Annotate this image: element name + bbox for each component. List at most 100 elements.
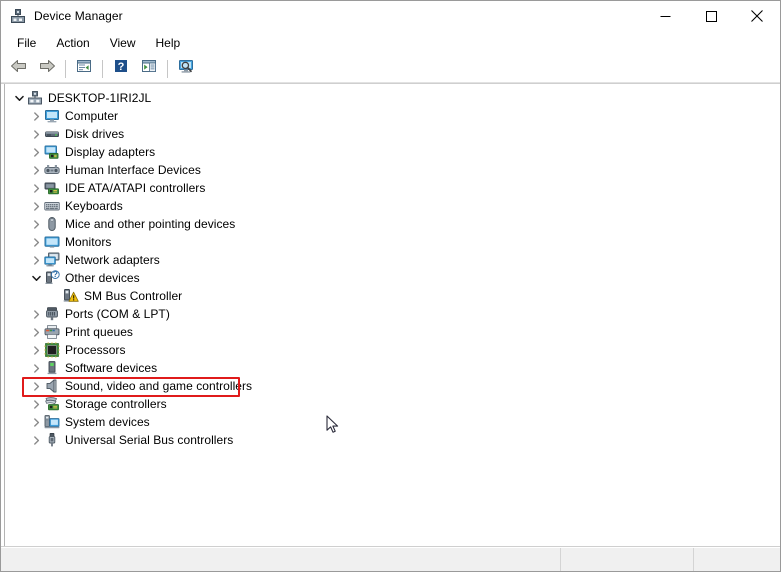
toolbar-separator-1 xyxy=(65,59,66,78)
title-bar: Device Manager xyxy=(1,1,780,31)
chevron-down-icon[interactable] xyxy=(28,269,44,287)
network-adapter-icon xyxy=(44,252,60,268)
tree-row-root[interactable]: DESKTOP-1IRI2JL xyxy=(5,89,778,107)
tree-item-label: System devices xyxy=(65,415,150,429)
tree-item-label: Display adapters xyxy=(65,145,156,159)
details-button[interactable] xyxy=(135,57,163,81)
minimize-button[interactable] xyxy=(642,1,688,31)
chevron-down-icon[interactable] xyxy=(11,89,27,107)
back-button[interactable] xyxy=(5,57,33,81)
status-bar xyxy=(1,547,780,571)
tree-row-sm-bus-controller[interactable]: SM Bus Controller xyxy=(5,287,778,305)
storage-controller-icon xyxy=(44,396,60,412)
svg-text:?: ? xyxy=(118,61,125,73)
tree-row-display-adapters[interactable]: Display adapters xyxy=(5,143,778,161)
tree-row-storage-controllers[interactable]: Storage controllers xyxy=(5,395,778,413)
ide-controller-icon xyxy=(44,180,60,196)
software-device-icon xyxy=(44,360,60,376)
tree-row-print-queues[interactable]: Print queues xyxy=(5,323,778,341)
chevron-right-icon[interactable] xyxy=(28,341,44,359)
chevron-right-icon[interactable] xyxy=(28,107,44,125)
chevron-right-icon[interactable] xyxy=(28,305,44,323)
toolbar-separator-3 xyxy=(167,59,168,78)
status-pane-tertiary xyxy=(694,548,780,571)
display-adapter-icon xyxy=(44,144,60,160)
tree-row-software-devices[interactable]: Software devices xyxy=(5,359,778,377)
tree-row-mice[interactable]: Mice and other pointing devices xyxy=(5,215,778,233)
chevron-right-icon[interactable] xyxy=(28,395,44,413)
tree-row-system-devices[interactable]: System devices xyxy=(5,413,778,431)
tree-item-label: Computer xyxy=(65,109,119,123)
disk-drive-icon xyxy=(44,126,60,142)
properties-button[interactable] xyxy=(70,57,98,81)
caption-button-group xyxy=(642,1,780,31)
tree-row-network-adapters[interactable]: Network adapters xyxy=(5,251,778,269)
tree-row-ports[interactable]: Ports (COM & LPT) xyxy=(5,305,778,323)
tree-row-processors[interactable]: Processors xyxy=(5,341,778,359)
usb-controller-icon xyxy=(44,432,60,448)
help-question-icon: ? xyxy=(112,58,130,79)
tree-item-label: Monitors xyxy=(65,235,112,249)
close-button[interactable] xyxy=(734,1,780,31)
chevron-right-icon[interactable] xyxy=(28,215,44,233)
chevron-right-icon[interactable] xyxy=(28,143,44,161)
tree-row-computer[interactable]: Computer xyxy=(5,107,778,125)
chevron-right-icon[interactable] xyxy=(28,197,44,215)
menu-item-view[interactable]: View xyxy=(100,34,146,53)
tree-item-label: IDE ATA/ATAPI controllers xyxy=(65,181,206,195)
chevron-right-icon[interactable] xyxy=(28,179,44,197)
other-device-icon: ? xyxy=(44,269,60,286)
details-icon xyxy=(140,58,158,79)
maximize-button[interactable] xyxy=(688,1,734,31)
chevron-right-icon[interactable] xyxy=(28,359,44,377)
device-manager-icon xyxy=(10,8,26,24)
tree-item-label: Mice and other pointing devices xyxy=(65,217,236,231)
tree-item-label: Software devices xyxy=(65,361,158,375)
menu-item-action[interactable]: Action xyxy=(46,34,99,53)
tree-row-usb-controllers[interactable]: Universal Serial Bus controllers xyxy=(5,431,778,449)
window-title: Device Manager xyxy=(34,9,123,23)
tree-row-sound-video-game-controllers[interactable]: Sound, video and game controllers xyxy=(5,377,778,397)
tree-item-label: Universal Serial Bus controllers xyxy=(65,433,234,447)
processor-icon xyxy=(44,342,60,358)
sound-controller-icon xyxy=(44,378,60,394)
chevron-right-icon[interactable] xyxy=(28,413,44,431)
menu-item-file[interactable]: File xyxy=(7,34,46,53)
printer-icon xyxy=(44,324,60,340)
mouse-icon xyxy=(44,216,60,232)
tree-item-label: Print queues xyxy=(65,325,133,339)
forward-button[interactable] xyxy=(33,57,61,81)
chevron-right-icon[interactable] xyxy=(28,251,44,269)
computer-icon xyxy=(44,108,60,124)
unknown-device-warning-icon xyxy=(63,288,79,304)
tree-item-label: Human Interface Devices xyxy=(65,163,201,177)
tree-root-label: DESKTOP-1IRI2JL xyxy=(48,91,152,105)
tree-row-other-devices[interactable]: ? Other devices xyxy=(5,269,778,287)
tree-item-label: Network adapters xyxy=(65,253,160,267)
scan-hardware-changes-button[interactable] xyxy=(172,57,200,81)
menu-bar: File Action View Help xyxy=(1,31,780,55)
status-pane-secondary xyxy=(561,548,694,571)
computer-root-icon xyxy=(27,90,43,106)
tree-row-disk-drives[interactable]: Disk drives xyxy=(5,125,778,143)
chevron-right-icon[interactable] xyxy=(28,431,44,449)
menu-item-help[interactable]: Help xyxy=(146,34,191,53)
monitor-icon xyxy=(44,234,60,250)
tree-item-label: Keyboards xyxy=(65,199,123,213)
toolbar: ? xyxy=(1,55,780,83)
properties-icon xyxy=(75,58,93,79)
device-tree[interactable]: DESKTOP-1IRI2JL Computer Disk drives Dis… xyxy=(4,84,778,546)
status-pane-main xyxy=(1,548,561,571)
tree-row-human-interface-devices[interactable]: Human Interface Devices xyxy=(5,161,778,179)
toolbar-separator-2 xyxy=(102,59,103,78)
chevron-right-icon[interactable] xyxy=(28,161,44,179)
chevron-right-icon[interactable] xyxy=(28,377,44,395)
chevron-right-icon[interactable] xyxy=(28,233,44,251)
chevron-right-icon[interactable] xyxy=(28,125,44,143)
tree-row-keyboards[interactable]: Keyboards xyxy=(5,197,778,215)
tree-row-monitors[interactable]: Monitors xyxy=(5,233,778,251)
tree-row-ide-controllers[interactable]: IDE ATA/ATAPI controllers xyxy=(5,179,778,197)
chevron-right-icon[interactable] xyxy=(28,323,44,341)
help-button[interactable]: ? xyxy=(107,57,135,81)
tree-item-label: Other devices xyxy=(65,271,140,285)
